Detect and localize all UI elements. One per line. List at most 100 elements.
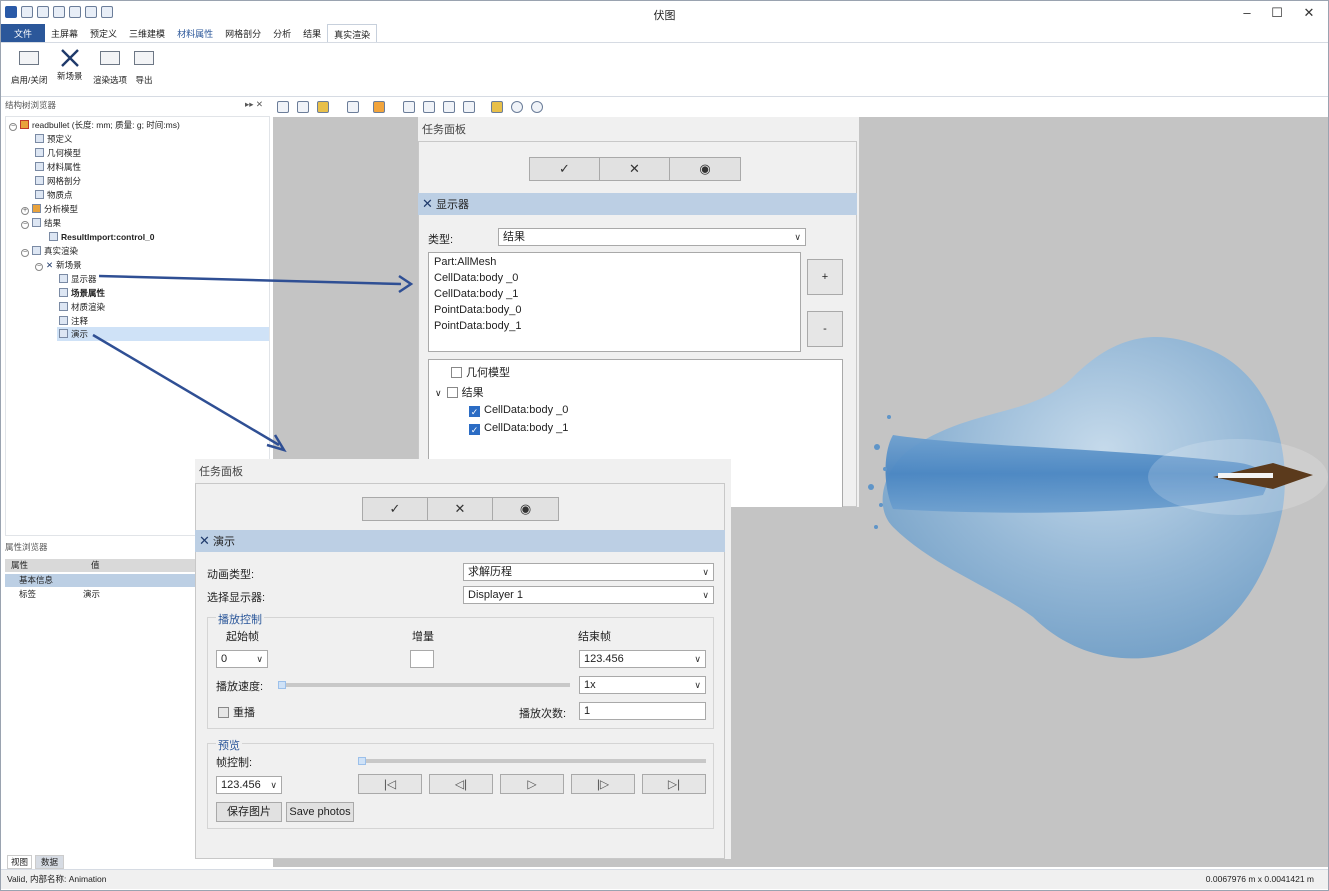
frame-select[interactable]: 123.456 ∨ <box>216 776 282 794</box>
confirm-button[interactable]: ✓ <box>363 498 428 520</box>
cancel-button[interactable]: ✕ <box>428 498 493 520</box>
tree-item-results[interactable]: − 结果 <box>21 217 61 230</box>
chevron-down-icon: ∨ <box>694 680 701 690</box>
tab-predefine[interactable]: 预定义 <box>84 24 123 42</box>
anim-type-select[interactable]: 求解历程 ∨ <box>463 563 714 581</box>
render-options-button[interactable]: 渲染选项 <box>93 51 127 86</box>
type-label: 类型: <box>428 234 454 246</box>
tree-browser-header: 结构树浏览器 ▸▸ ✕ <box>5 99 264 110</box>
property-group-row: 基本信息 <box>5 574 195 587</box>
type-select[interactable]: 结果 ∨ <box>498 228 806 246</box>
zoom-box-icon[interactable] <box>443 101 455 113</box>
first-frame-button[interactable]: |◁ <box>358 774 422 794</box>
tree-item-material[interactable]: 材料属性 <box>35 161 81 174</box>
tree-check-geometry[interactable]: 几何模型 <box>451 364 510 380</box>
pointer-icon[interactable] <box>403 101 415 113</box>
tree-check-celldata-1[interactable]: ✓ CellData:body _1 <box>469 422 568 435</box>
tab-file[interactable]: 文件 <box>1 24 46 42</box>
list-item[interactable]: CellData:body _1 <box>434 288 518 300</box>
tab-home[interactable]: 主屏幕 <box>45 24 84 42</box>
lasso-icon[interactable] <box>463 101 475 113</box>
minimize-button[interactable]: – <box>1233 4 1261 22</box>
panel-controls[interactable]: ▸▸ ✕ <box>245 99 263 110</box>
tree-item-animation[interactable]: 演示 <box>59 328 88 341</box>
view-toolbar <box>273 99 603 115</box>
speed-slider[interactable] <box>278 683 570 687</box>
data-list[interactable]: Part:AllMesh CellData:body _0 CellData:b… <box>428 252 801 352</box>
tree-item-result-import[interactable]: ResultImport:control_0 <box>49 231 155 244</box>
increment-input[interactable] <box>410 650 434 668</box>
tree-item-annotation[interactable]: 注释 <box>59 315 88 328</box>
box-icon[interactable] <box>347 101 359 113</box>
tab-material[interactable]: 材料属性 <box>171 24 219 42</box>
play-count-input[interactable]: 1 <box>579 702 706 720</box>
property-row[interactable]: 标签 演示 <box>5 588 195 601</box>
export-button[interactable]: 导出 <box>134 51 154 86</box>
prev-frame-button[interactable]: ◁| <box>429 774 493 794</box>
tab-real-render[interactable]: 真实渲染 <box>327 24 378 42</box>
tab-3d-modeling[interactable]: 三维建模 <box>123 24 171 42</box>
frame-slider-thumb[interactable] <box>358 757 366 765</box>
preview-eye-button[interactable]: ◉ <box>670 158 740 180</box>
select-icon[interactable] <box>297 101 309 113</box>
next-frame-button[interactable]: |▷ <box>571 774 635 794</box>
frame-slider[interactable] <box>358 759 706 763</box>
speed-select[interactable]: 1x ∨ <box>579 676 706 694</box>
app-title: 伏图 <box>653 10 676 22</box>
task-panel-displayer: 任务面板 ✓ ✕ ◉ ✕ 显示器 类型: 结果 ∨ Part:AllMesh Ce… <box>418 117 859 507</box>
tree-item-predefine[interactable]: 预定义 <box>35 133 73 146</box>
list-item[interactable]: Part:AllMesh <box>434 256 496 268</box>
toggle-render-button[interactable]: 启用/关闭 <box>11 51 47 86</box>
brush-icon[interactable] <box>317 101 329 113</box>
tree-item-new-scene[interactable]: − ✕ 新场景 <box>35 259 82 272</box>
palette-icon[interactable] <box>373 101 385 113</box>
tree-item-mesh[interactable]: 网格剖分 <box>35 175 81 188</box>
tree-check-results[interactable]: ∨ 结果 <box>435 384 484 400</box>
displayer-select[interactable]: Displayer 1 ∨ <box>463 586 714 604</box>
camera-icon[interactable] <box>277 101 289 113</box>
tab-view[interactable]: 视图 <box>7 855 33 869</box>
rotate-right-icon[interactable] <box>531 101 543 113</box>
tree-item-displayer[interactable]: 显示器 <box>59 273 97 286</box>
preview-eye-button[interactable]: ◉ <box>493 498 558 520</box>
tree-item-material-render[interactable]: 材质渲染 <box>59 301 105 314</box>
new-scene-button[interactable]: 新场景 <box>57 49 83 82</box>
tree-item-scene-props[interactable]: 场景属性 <box>59 287 105 300</box>
add-button[interactable]: + <box>807 259 843 295</box>
tree-root[interactable]: − readbullet (长度: mm; 质量: g; 时间:ms) <box>9 119 180 132</box>
ruler-icon[interactable] <box>491 101 503 113</box>
tab-data[interactable]: 数据 <box>35 855 65 869</box>
tab-mesh[interactable]: 网格剖分 <box>219 24 267 42</box>
tab-results[interactable]: 结果 <box>297 24 327 42</box>
tree-item-geometry[interactable]: 几何模型 <box>35 147 81 160</box>
x-icon: ✕ <box>422 196 433 211</box>
list-item[interactable]: CellData:body _0 <box>434 272 518 284</box>
tree-item-particles[interactable]: 物质点 <box>35 189 73 202</box>
remove-button[interactable]: - <box>807 311 843 347</box>
tab-analysis[interactable]: 分析 <box>267 24 297 42</box>
list-item[interactable]: PointData:body_0 <box>434 304 521 316</box>
cancel-button[interactable]: ✕ <box>600 158 670 180</box>
maximize-button[interactable]: ☐ <box>1263 4 1291 22</box>
chevron-down-icon: ∨ <box>794 232 801 242</box>
replay-checkbox[interactable]: 重播 <box>218 704 255 720</box>
tree-selection-highlight <box>57 327 269 341</box>
close-button[interactable]: ✕ <box>1295 4 1323 22</box>
skip-last-icon: ▷| <box>667 777 681 791</box>
speed-slider-thumb[interactable] <box>278 681 286 689</box>
end-frame-select[interactable]: 123.456 ∨ <box>579 650 706 668</box>
status-dimensions: 0.0067976 m x 0.0041421 m <box>1205 874 1314 884</box>
last-frame-button[interactable]: ▷| <box>642 774 706 794</box>
play-button[interactable]: ▷ <box>500 774 564 794</box>
confirm-button[interactable]: ✓ <box>530 158 600 180</box>
tree-item-real-render[interactable]: − 真实渲染 <box>21 245 78 258</box>
rotate-left-icon[interactable] <box>511 101 523 113</box>
start-frame-select[interactable]: 0 ∨ <box>216 650 268 668</box>
title-bar: 伏图 – ☐ ✕ <box>1 1 1328 25</box>
list-item[interactable]: PointData:body_1 <box>434 320 521 332</box>
grid-icon[interactable] <box>423 101 435 113</box>
save-image-button[interactable]: 保存图片 <box>216 802 282 822</box>
tree-item-analysis-model[interactable]: + 分析模型 <box>21 203 78 216</box>
tree-check-celldata-0[interactable]: ✓ CellData:body _0 <box>469 404 568 417</box>
save-photos-button[interactable]: Save photos <box>286 802 354 822</box>
